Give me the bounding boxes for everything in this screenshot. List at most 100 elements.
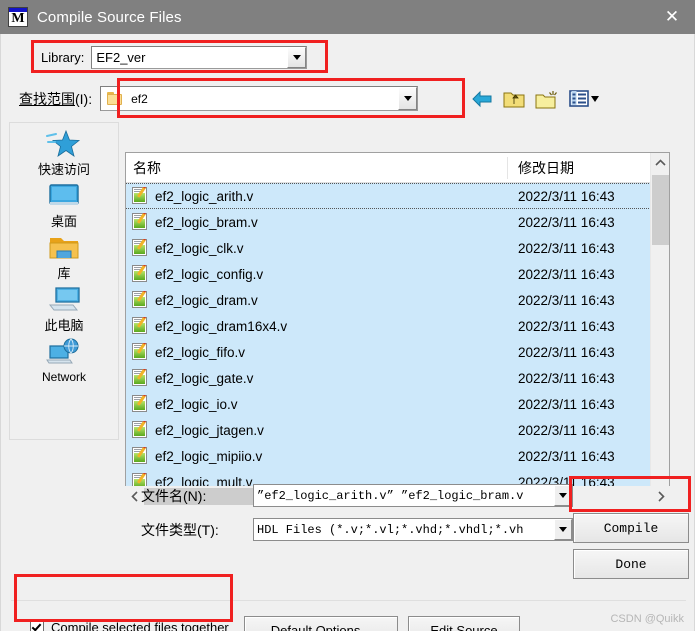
table-row[interactable]: ef2_logic_io.v 2022/3/11 16:43: [126, 391, 669, 417]
libraries-folder-icon: [45, 231, 83, 265]
default-options-button[interactable]: Default Options...: [244, 616, 398, 631]
lookin-value-wrap: ef2: [101, 92, 398, 106]
file-name-text: ef2_logic_clk.v: [155, 240, 244, 256]
file-name-text: ef2_logic_fifo.v: [155, 344, 246, 360]
filename-label-mnemonic: (N): [183, 487, 203, 504]
lookin-label: 查找范围(I):: [19, 89, 92, 109]
close-icon[interactable]: ✕: [649, 0, 695, 34]
filetype-label-text: 文件类型: [141, 521, 197, 538]
table-row[interactable]: ef2_logic_fifo.v 2022/3/11 16:43: [126, 339, 669, 365]
column-header-date[interactable]: 修改日期: [508, 157, 574, 179]
new-folder-icon[interactable]: [535, 90, 559, 109]
file-date-cell: 2022/3/11 16:43: [518, 448, 615, 464]
verilog-file-icon: [132, 447, 149, 465]
lookin-value: ef2: [131, 91, 148, 106]
file-name-cell: ef2_logic_jtagen.v: [126, 421, 508, 439]
table-row[interactable]: ef2_logic_dram16x4.v 2022/3/11 16:43: [126, 313, 669, 339]
place-desktop[interactable]: 桌面: [12, 179, 116, 229]
file-name-text: ef2_logic_mipiio.v: [155, 448, 263, 464]
desktop-monitor-icon: [45, 179, 83, 213]
place-label: 此电脑: [44, 318, 84, 333]
checkbox-box[interactable]: [30, 620, 44, 631]
chevron-right-icon[interactable]: [651, 487, 670, 506]
filetype-chevron-down-icon[interactable]: [554, 519, 572, 540]
network-globe-icon: [45, 335, 83, 369]
table-row[interactable]: ef2_logic_mipiio.v 2022/3/11 16:43: [126, 443, 669, 469]
chevron-up-icon[interactable]: [651, 153, 669, 172]
table-row[interactable]: ef2_logic_bram.v 2022/3/11 16:43: [126, 209, 669, 235]
verilog-file-icon: [132, 317, 149, 335]
lookin-row: 查找范围(I): ef2: [19, 86, 419, 111]
filename-chevron-down-icon[interactable]: [554, 485, 572, 506]
file-date-cell: 2022/3/11 16:43: [518, 292, 615, 308]
place-network[interactable]: Network: [12, 335, 116, 385]
file-date-cell: 2022/3/11 16:43: [518, 422, 615, 438]
back-arrow-icon[interactable]: [471, 90, 493, 108]
vertical-scrollbar-thumb[interactable]: [652, 175, 669, 245]
lookin-combobox[interactable]: ef2: [100, 86, 419, 111]
file-name-text: ef2_logic_bram.v: [155, 214, 258, 230]
compile-together-checkbox[interactable]: Compile selected files together: [30, 620, 229, 631]
verilog-file-icon: [132, 265, 149, 283]
place-this-pc[interactable]: 此电脑: [12, 283, 116, 333]
file-name-cell: ef2_logic_fifo.v: [126, 343, 508, 361]
file-name-cell: ef2_logic_arith.v: [126, 187, 508, 205]
place-quick-access[interactable]: 快速访问: [12, 127, 116, 177]
table-row[interactable]: ef2_logic_config.v 2022/3/11 16:43: [126, 261, 669, 287]
file-name-cell: ef2_logic_dram.v: [126, 291, 508, 309]
done-button[interactable]: Done: [573, 549, 689, 579]
file-name-cell: ef2_logic_mipiio.v: [126, 447, 508, 465]
place-libraries[interactable]: 库: [12, 231, 116, 281]
filename-value[interactable]: ”ef2_logic_arith.v” ”ef2_logic_bram.v: [254, 489, 554, 503]
table-row[interactable]: ef2_logic_dram.v 2022/3/11 16:43: [126, 287, 669, 313]
file-name-text: ef2_logic_dram.v: [155, 292, 258, 308]
verilog-file-icon: [132, 213, 149, 231]
filetype-combobox[interactable]: HDL Files (*.v;*.vl;*.vhd;*.vhdl;*.vh: [253, 518, 573, 541]
verilog-file-icon: [132, 395, 149, 413]
places-bar: 快速访问 桌面 库 此电脑 Network: [9, 122, 119, 440]
lookin-chevron-down-icon[interactable]: [398, 87, 418, 110]
modelsim-m-icon: M: [8, 7, 28, 27]
watermark: CSDN @Quikk: [610, 613, 684, 625]
title-bar: M Compile Source Files ✕: [0, 0, 695, 34]
table-row[interactable]: ef2_logic_gate.v 2022/3/11 16:43: [126, 365, 669, 391]
lookin-label-colon: :: [88, 90, 93, 107]
library-combobox[interactable]: EF2_ver: [91, 46, 308, 69]
column-header-name[interactable]: 名称: [126, 156, 508, 179]
verilog-file-icon: [132, 369, 149, 387]
file-list-rows: ef2_logic_arith.v 2022/3/11 16:43 ef2_logi…: [126, 183, 669, 503]
table-row[interactable]: ef2_logic_jtagen.v 2022/3/11 16:43: [126, 417, 669, 443]
library-chevron-down-icon[interactable]: [287, 47, 307, 68]
compile-together-label: Compile selected files together: [51, 620, 229, 631]
filename-combobox[interactable]: ”ef2_logic_arith.v” ”ef2_logic_bram.v: [253, 484, 573, 507]
file-date-cell: 2022/3/11 16:43: [518, 318, 615, 334]
verilog-file-icon: [132, 291, 149, 309]
filetype-row: 文件类型(T): HDL Files (*.v;*.vl;*.vhd;*.vhd…: [141, 518, 573, 541]
file-date-cell: 2022/3/11 16:43: [518, 396, 615, 412]
edit-source-button[interactable]: Edit Source: [408, 616, 520, 631]
this-pc-icon: [45, 283, 83, 317]
view-menu-icon[interactable]: [569, 90, 600, 108]
quick-access-star-icon: [45, 127, 83, 161]
place-label: 快速访问: [37, 162, 90, 177]
vertical-scrollbar[interactable]: [650, 153, 669, 503]
file-name-text: ef2_logic_config.v: [155, 266, 264, 282]
file-date-cell: 2022/3/11 16:43: [518, 370, 615, 386]
compile-source-files-dialog: M Compile Source Files ✕ Library: EF2_ve…: [0, 0, 695, 631]
file-name-text: ef2_logic_gate.v: [155, 370, 254, 386]
check-icon: [31, 620, 42, 631]
filetype-value: HDL Files (*.v;*.vl;*.vhd;*.vhdl;*.vh: [257, 522, 524, 537]
verilog-file-icon: [132, 343, 149, 361]
filetype-label-colon: :: [214, 521, 219, 538]
table-row[interactable]: ef2_logic_clk.v 2022/3/11 16:43: [126, 235, 669, 261]
up-folder-icon[interactable]: [503, 90, 525, 109]
file-name-text: ef2_logic_io.v: [155, 396, 238, 412]
compile-button[interactable]: Compile: [573, 513, 689, 543]
file-list[interactable]: 名称 修改日期 ef2_logic_arith.v 2022/3/11 16:43…: [125, 152, 670, 504]
table-row[interactable]: ef2_logic_arith.v 2022/3/11 16:43: [126, 183, 669, 209]
file-name-text: ef2_logic_dram16x4.v: [155, 318, 288, 334]
lookin-label-mnemonic: (I): [75, 90, 89, 107]
nav-toolbar: [471, 86, 600, 112]
filename-label-colon: :: [202, 487, 207, 504]
file-name-cell: ef2_logic_config.v: [126, 265, 508, 283]
